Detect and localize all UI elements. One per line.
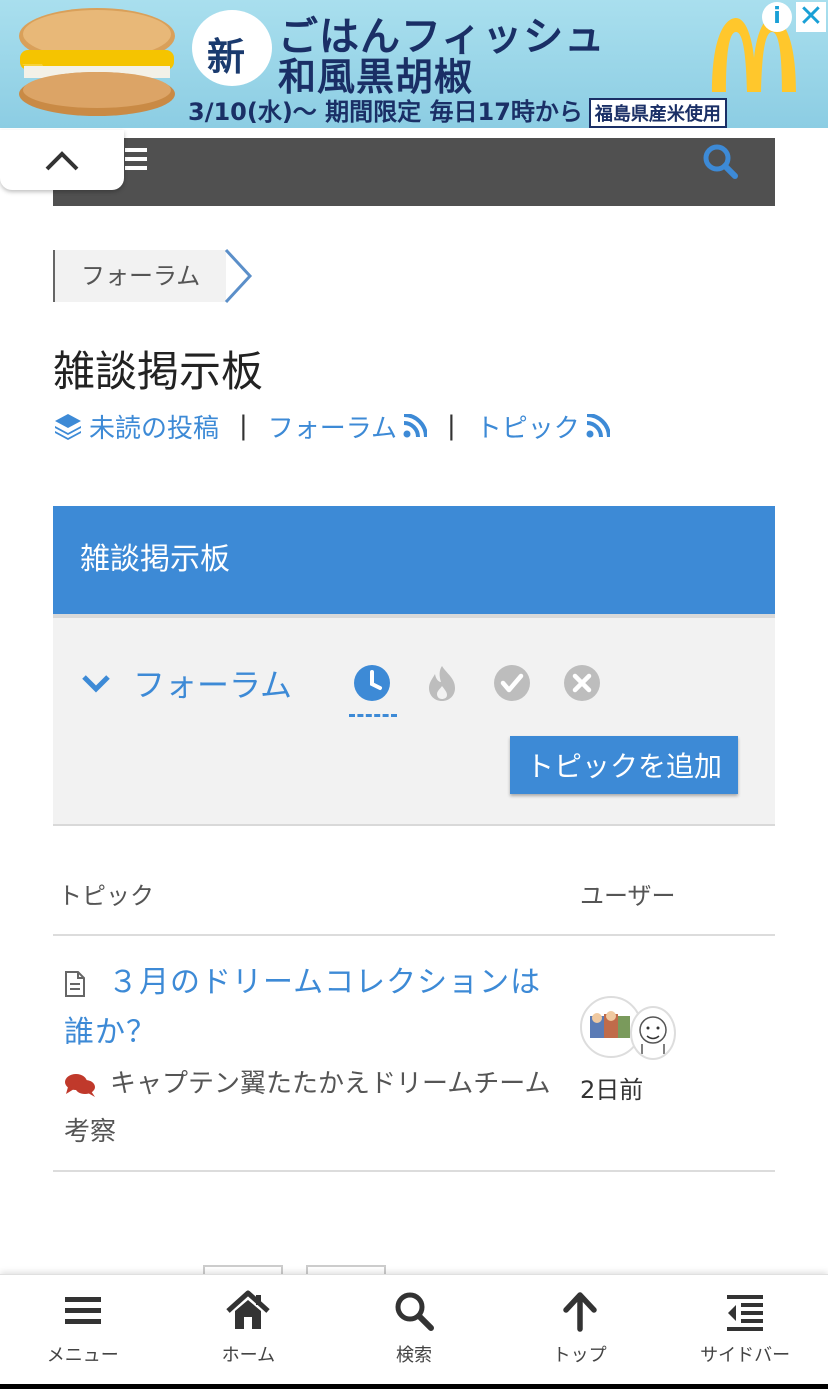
breadcrumb-arrow-icon [225, 248, 253, 304]
close-icon[interactable]: ✕ [796, 2, 826, 32]
page-title: 雑談掲示板 [53, 347, 264, 396]
breadcrumb-item-forum[interactable]: フォーラム [53, 250, 227, 302]
nav-search-label: 検索 [395, 1345, 432, 1366]
ad-date-text: 3/10(水)〜 期間限定 毎日17時から [188, 98, 583, 126]
check-icon[interactable] [493, 664, 531, 702]
nav-top[interactable]: トップ [497, 1275, 663, 1384]
nav-sidebar[interactable]: サイドバー [662, 1275, 828, 1384]
chat-bubbles-icon [65, 1073, 95, 1097]
forum-feed-label: フォーラム [267, 413, 398, 444]
forum-header: 雑談掲示板 [53, 506, 775, 614]
sidebar-icon [727, 1295, 764, 1331]
chevron-up-icon [45, 151, 79, 171]
arrow-up-icon [562, 1292, 597, 1332]
topic-feed-link[interactable]: トピック [476, 408, 610, 445]
sub-links: 未読の投稿 | フォーラム | トピック [53, 408, 610, 444]
site-header [53, 138, 775, 206]
topic-forum-text: キャプテン翼たたかえドリームチーム考察 [64, 1069, 551, 1147]
table-divider [53, 934, 775, 936]
add-topic-button[interactable]: トピックを追加 [510, 736, 738, 794]
topic-forum-link[interactable]: キャプテン翼たたかえドリームチーム考察 [64, 1060, 564, 1156]
nav-home[interactable]: ホーム [166, 1275, 332, 1384]
new-badge: 新 [207, 34, 246, 79]
fire-icon[interactable] [423, 664, 461, 702]
topic-last-activity: 2日前 [580, 1076, 644, 1104]
table-divider [53, 1170, 775, 1172]
link-separator: | [447, 411, 456, 441]
forum-toggle-label: フォーラム [133, 666, 293, 704]
column-header-topic: トピック [58, 882, 154, 910]
nav-sidebar-label: サイドバー [700, 1345, 791, 1366]
clock-icon[interactable] [353, 664, 391, 702]
menu-icon [64, 1297, 101, 1324]
info-icon[interactable]: i [762, 2, 792, 32]
chevron-down-icon [82, 675, 110, 693]
nav-top-label: トップ [552, 1345, 607, 1366]
home-indicator-strip [0, 1384, 828, 1389]
rss-icon [586, 414, 610, 438]
column-header-user: ユーザー [580, 882, 676, 910]
nav-search[interactable]: 検索 [331, 1275, 497, 1384]
forum-feed-link[interactable]: フォーラム [267, 408, 428, 445]
unread-posts-label: 未読の投稿 [89, 413, 220, 444]
rss-icon [403, 414, 428, 438]
ad-banner[interactable]: 新 ごはんフィッシュ 和風黒胡椒 3/10(水)〜 期間限定 毎日17時から 福島… [0, 0, 828, 128]
x-circle-icon[interactable] [563, 664, 601, 702]
forum-toggle[interactable]: フォーラム [81, 660, 292, 706]
active-filter-indicator [349, 714, 397, 717]
breadcrumb: フォーラム [53, 248, 254, 304]
home-icon [226, 1290, 271, 1329]
layers-icon [55, 414, 81, 440]
ad-tag: 福島県産米使用 [588, 98, 727, 128]
avatar[interactable] [630, 1006, 676, 1060]
link-separator: | [239, 411, 248, 441]
nav-home-label: ホーム [221, 1345, 276, 1366]
bottom-navigation: メニュー ホーム 検索 トップ サイドバー [0, 1274, 828, 1384]
hamburger-icon[interactable] [125, 146, 151, 172]
ad-subline: 3/10(水)〜 期間限定 毎日17時から 福島県産米使用 [188, 92, 727, 128]
topic-feed-label: トピック [475, 413, 580, 444]
forum-panel: フォーラム トピックを追加 [53, 614, 775, 826]
topic-filters [353, 664, 601, 702]
search-icon[interactable] [701, 142, 741, 182]
topic-link[interactable]: ３月のドリームコレクションは誰か？ [64, 958, 564, 1058]
topic-title-text: ３月のドリームコレクションは誰か？ [64, 965, 542, 1050]
topic-user-avatars [580, 996, 680, 1060]
document-icon [65, 970, 85, 997]
nav-menu[interactable]: メニュー [0, 1275, 166, 1384]
collapse-ad-button[interactable] [0, 130, 124, 190]
burger-image [19, 8, 175, 116]
nav-menu-label: メニュー [46, 1345, 119, 1366]
search-icon [395, 1292, 434, 1331]
unread-posts-link[interactable]: 未読の投稿 [53, 408, 219, 445]
